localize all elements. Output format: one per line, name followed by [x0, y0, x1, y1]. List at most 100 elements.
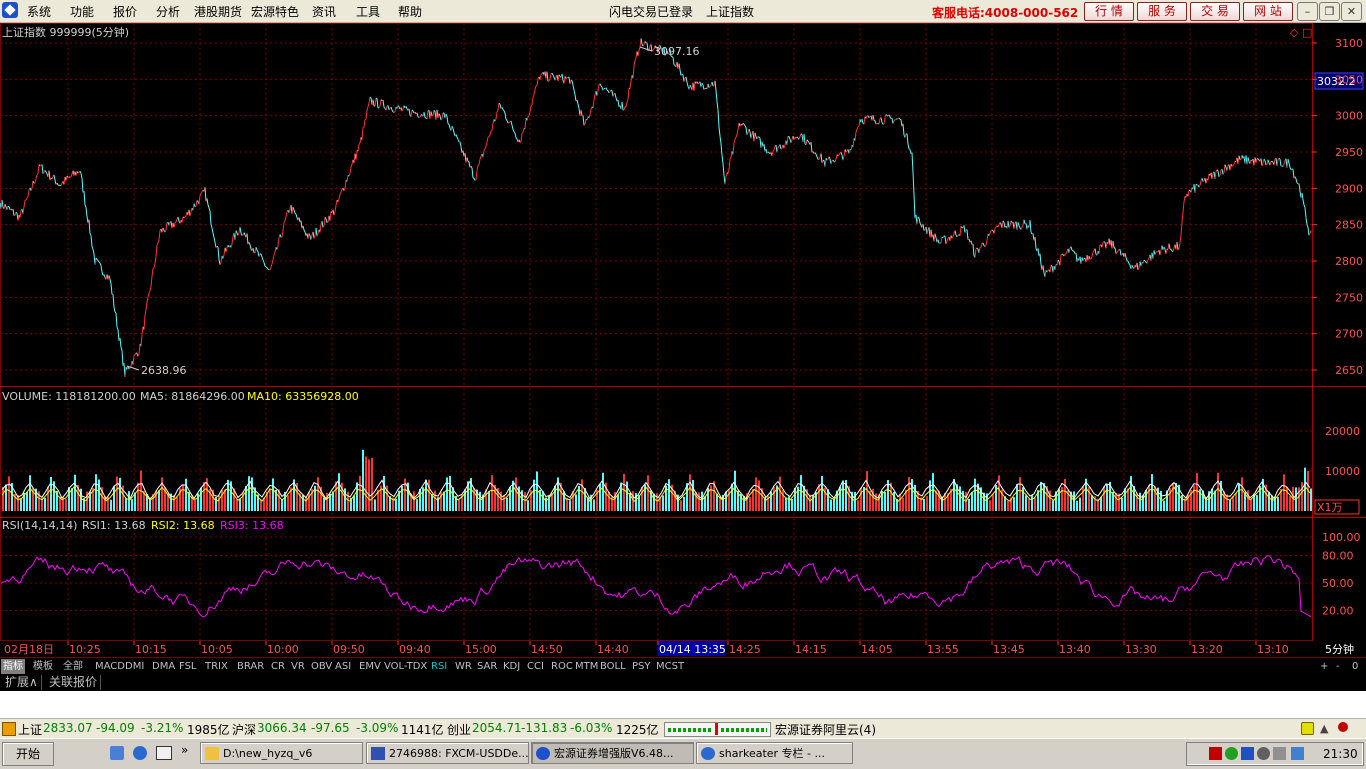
- start-button[interactable]: 开始: [2, 742, 54, 766]
- volume-bar: [281, 499, 283, 511]
- indicator-tab-emv[interactable]: EMV: [357, 659, 383, 674]
- indicator-tab-psy[interactable]: PSY: [630, 659, 653, 674]
- indicator-tab-rsi[interactable]: RSI: [429, 659, 449, 674]
- price-tick-label: 3100: [1335, 37, 1363, 50]
- price-segment: [159, 231, 160, 240]
- indicator-tab-boll[interactable]: BOLL: [598, 659, 628, 674]
- menu-news[interactable]: 资讯: [312, 3, 336, 20]
- tab-control-zoom-out[interactable]: -: [1334, 659, 1342, 674]
- indicator-tab-vr[interactable]: VR: [289, 659, 307, 674]
- task-browser[interactable]: sharkeater 专栏 - ...: [696, 742, 853, 764]
- volume-bar: [623, 474, 625, 511]
- indicator-tab-mcst[interactable]: MCST: [654, 659, 686, 674]
- price-segment: [1148, 258, 1149, 260]
- price-segment: [5, 204, 6, 207]
- price-segment: [866, 116, 867, 118]
- volume-bar: [269, 488, 271, 511]
- expand-tab[interactable]: 扩展∧: [2, 675, 42, 690]
- indicator-tab-fsl[interactable]: FSL: [177, 659, 199, 674]
- indicator-tab-roc[interactable]: ROC: [549, 659, 575, 674]
- volume-bar: [425, 480, 427, 511]
- menu-hongyuan[interactable]: 宏源特色: [251, 3, 299, 20]
- service-button[interactable]: 服 务: [1137, 2, 1187, 21]
- indicator-tab-asi[interactable]: ASI: [333, 659, 353, 674]
- price-segment: [1179, 243, 1180, 250]
- quicklaunch-more-icon[interactable]: »: [181, 743, 188, 757]
- quicklaunch-desktop-icon[interactable]: [156, 746, 172, 760]
- quote-button[interactable]: 行 情: [1084, 2, 1134, 21]
- menu-system[interactable]: 系统: [27, 3, 51, 20]
- tray-monitor-icon[interactable]: [1291, 747, 1304, 760]
- task-folder[interactable]: D:\new_hyzq_v6: [200, 742, 363, 764]
- indicator-tab-wr[interactable]: WR: [453, 659, 474, 674]
- volume-bar: [131, 499, 133, 511]
- price-segment: [1128, 261, 1129, 264]
- volume-bar: [287, 495, 289, 511]
- indicator-tab-kdj[interactable]: KDJ: [501, 659, 522, 674]
- signal-icon[interactable]: ▲: [1320, 722, 1328, 735]
- broker-server[interactable]: 宏源证券阿里云(4): [775, 721, 876, 738]
- indicator-tab-dma[interactable]: DMA: [150, 659, 177, 674]
- connection-icon[interactable]: [1338, 722, 1348, 732]
- volume-tick-label: 10000: [1325, 465, 1360, 478]
- tray-network-icon[interactable]: [1241, 747, 1254, 760]
- trade-button[interactable]: 交 易: [1190, 2, 1240, 21]
- menu-help[interactable]: 帮助: [398, 3, 422, 20]
- price-segment: [1050, 265, 1051, 272]
- task-fxcm[interactable]: 2746988: FXCM-USDDe...: [366, 742, 529, 764]
- chart-area[interactable]: 上证指数 999999(5分钟) ◇ □ VOLUME: 118181200.0…: [0, 23, 1366, 658]
- price-segment: [460, 142, 461, 147]
- app-logo-icon[interactable]: [2, 2, 18, 18]
- price-segment: [979, 248, 980, 253]
- tray-ime-icon[interactable]: [1209, 747, 1222, 760]
- website-button[interactable]: 网 站: [1243, 2, 1293, 21]
- minimize-icon[interactable]: –: [1297, 2, 1318, 21]
- menu-function[interactable]: 功能: [70, 3, 94, 20]
- price-segment: [1126, 257, 1127, 260]
- price-segment: [680, 70, 681, 76]
- chart-svg[interactable]: 上证指数 999999(5分钟) ◇ □ VOLUME: 118181200.0…: [0, 23, 1366, 641]
- tray-shield-icon[interactable]: [1225, 747, 1238, 760]
- price-tick-label: 2800: [1335, 255, 1363, 268]
- notice-icon[interactable]: [1301, 722, 1314, 735]
- price-segment: [743, 123, 744, 124]
- menu-analysis[interactable]: 分析: [156, 3, 180, 20]
- tray-app-icon[interactable]: [1273, 747, 1286, 760]
- task-hongyuan[interactable]: 宏源证券增强版V6.48...: [531, 742, 694, 764]
- price-segment: [1280, 159, 1281, 166]
- price-segment: [686, 77, 687, 83]
- related-quotes-tab[interactable]: 关联报价: [46, 675, 101, 690]
- menu-hk-futures[interactable]: 港股期货: [194, 3, 242, 20]
- menu-quote[interactable]: 报价: [113, 3, 137, 20]
- indicator-tab-brar[interactable]: BRAR: [235, 659, 266, 674]
- price-segment: [893, 121, 894, 124]
- close-icon[interactable]: ✕: [1341, 2, 1362, 21]
- menu-tools[interactable]: 工具: [356, 3, 380, 20]
- tab-control-reset[interactable]: 0: [1350, 659, 1360, 674]
- indicator-tab-mtm[interactable]: MTM: [573, 659, 600, 674]
- indicator-tab-cn2[interactable]: 全部: [61, 659, 85, 674]
- indicator-tab-obv[interactable]: OBV: [309, 659, 334, 674]
- volume-bar: [434, 491, 436, 511]
- indicator-tab-cn0[interactable]: 指标: [1, 659, 25, 674]
- price-segment: [185, 216, 186, 217]
- indicator-tab-cn1[interactable]: 模板: [31, 659, 55, 674]
- price-segment: [158, 239, 159, 243]
- price-segment: [212, 228, 213, 233]
- indicator-tab-voltdx[interactable]: VOL-TDX: [382, 659, 429, 674]
- price-segment: [358, 144, 359, 151]
- indicator-tab-sar[interactable]: SAR: [475, 659, 499, 674]
- indicator-tab-cr[interactable]: CR: [269, 659, 287, 674]
- restore-icon[interactable]: ❐: [1319, 2, 1340, 21]
- price-segment: [1083, 258, 1084, 261]
- indicator-tab-macd[interactable]: MACD: [93, 659, 127, 674]
- panel-options-icon[interactable]: ◇ □: [1290, 26, 1312, 39]
- indicator-tab-trix[interactable]: TRIX: [203, 659, 230, 674]
- tray-volume-icon[interactable]: [1257, 747, 1270, 760]
- tab-control-zoom-in[interactable]: +: [1318, 659, 1330, 674]
- indicator-tab-dmi[interactable]: DMI: [123, 659, 146, 674]
- quicklaunch-ie-icon[interactable]: [133, 746, 147, 760]
- indicator-tab-cci[interactable]: CCI: [525, 659, 546, 674]
- quicklaunch-explorer-icon[interactable]: [110, 746, 124, 760]
- market-icon[interactable]: [2, 722, 16, 736]
